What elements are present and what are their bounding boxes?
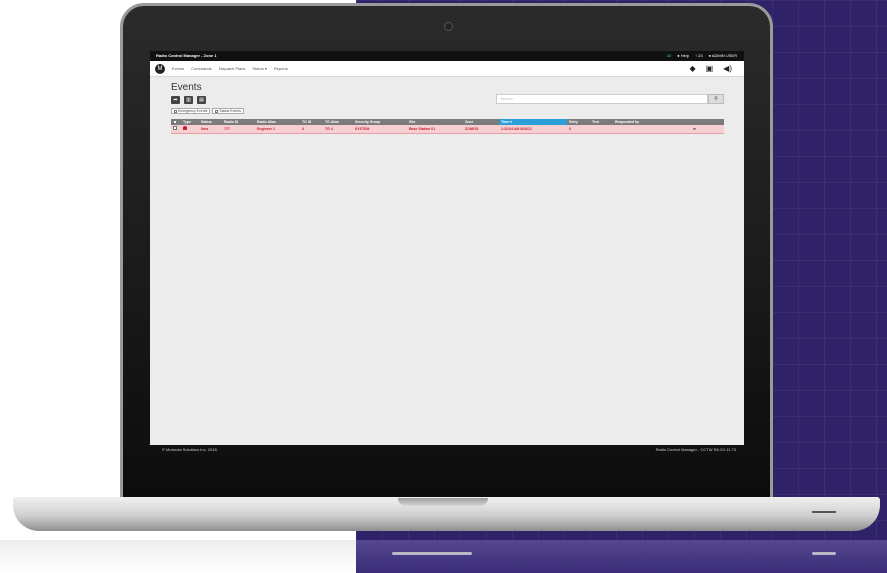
nav-icons: ◆ ▣ ◀) [689,61,732,77]
help-link[interactable]: ● Help [677,51,689,61]
cell-security-group: SYSTEM [353,125,407,134]
cell-tg-alias: TG 4 [323,125,353,134]
titlebar-status: 22 ● Help ↑ 23 ● ADMIN USER [667,51,737,61]
checkbox[interactable] [215,109,219,113]
user-menu[interactable]: ● ADMIN USER [709,51,737,61]
cell-type [181,125,199,134]
filter-label: Emergency Events [178,108,208,113]
table-row[interactable]: New 777 Engineer 1 4 TG 4 SYSTEM Base St… [171,125,724,134]
nav-items: Events Commands Dispatch Plans Status ▾ … [172,61,288,77]
app-footer: © Motorola Solutions Inc. 2018 Radio Con… [150,445,744,455]
alarm-icon [183,126,187,131]
webcam [444,22,453,31]
filter-label: Status Events [219,108,241,113]
event-filters: Emergency Events Status Events [171,108,244,114]
nav-item-commands[interactable]: Commands [191,61,211,77]
laptop-screen: Radio Control Manager - Zone 1 22 ● Help… [150,51,744,455]
filter-status-events[interactable]: Status Events [212,108,244,114]
reflection-left [0,540,356,573]
cell-status: New [199,125,222,134]
select-all-checkbox[interactable] [173,119,177,124]
reflection-notch [392,552,472,555]
help-label: Help [680,53,689,58]
cell-radio-id: 777 [222,125,255,134]
reflection-right [356,540,887,573]
cell-tg-id: 4 [300,125,323,134]
forward-icon[interactable]: ➦ [171,96,180,104]
chat-icon[interactable]: ◆ [689,61,695,77]
app-title: Radio Control Manager - Zone 1 [156,53,217,58]
cell-text [590,125,613,134]
cell-retry: 0 [567,125,590,134]
notification-icon: ↑ [694,53,697,58]
clipboard-icon[interactable]: ▣ [706,61,714,77]
forward-icon[interactable]: ➦ [691,125,724,134]
user-label: ADMIN USER [711,53,737,58]
motorola-logo-icon[interactable]: M [155,64,165,74]
version-info: Radio Control Manager - CCTW R8.XX.11.73 [655,447,736,452]
nav-item-events[interactable]: Events [172,61,184,77]
row-checkbox[interactable] [173,126,177,131]
laptop-indicator [812,511,836,513]
filter-emergency-events[interactable]: Emergency Events [171,108,211,114]
help-icon: ● [677,53,680,58]
page-title: Events [171,82,202,93]
search-input[interactable]: Search [496,94,708,104]
notification-count[interactable]: ↑ 23 [695,51,703,61]
row-select[interactable] [171,125,181,134]
search-icon[interactable]: ⚲ [708,94,724,104]
copyright: © Motorola Solutions Inc. 2018 [162,447,217,452]
print-icon[interactable]: ▤ [197,96,206,104]
alert-count[interactable]: 22 [667,51,671,61]
user-icon: ● [708,53,711,58]
events-table: Type Status Radio ID Radio Alias TG ID T… [171,119,724,134]
nav-item-status[interactable]: Status ▾ [252,61,266,77]
speaker-icon[interactable]: ◀) [723,61,732,77]
app-titlebar: Radio Control Manager - Zone 1 22 ● Help… [150,51,744,61]
main-nav: M Events Commands Dispatch Plans Status … [150,61,744,77]
nav-item-dispatch-plans[interactable]: Dispatch Plans [219,61,246,77]
events-toolbar: ➦ ▥ ▤ [171,96,206,104]
notification-label: 23 [698,53,703,58]
trash-icon[interactable]: ▥ [184,96,193,104]
cell-time: 1:32:04 AM 8/20/21 [499,125,567,134]
laptop-notch [398,498,488,506]
reflection-mark [812,552,836,555]
cell-site: Base Station 01 [407,125,463,134]
cell-radio-alias: Engineer 1 [255,125,300,134]
checkbox[interactable] [174,109,177,113]
nav-item-reports[interactable]: Reports [274,61,288,77]
cell-responded-by [613,125,691,134]
cell-zone: ZONE01 [463,125,499,134]
